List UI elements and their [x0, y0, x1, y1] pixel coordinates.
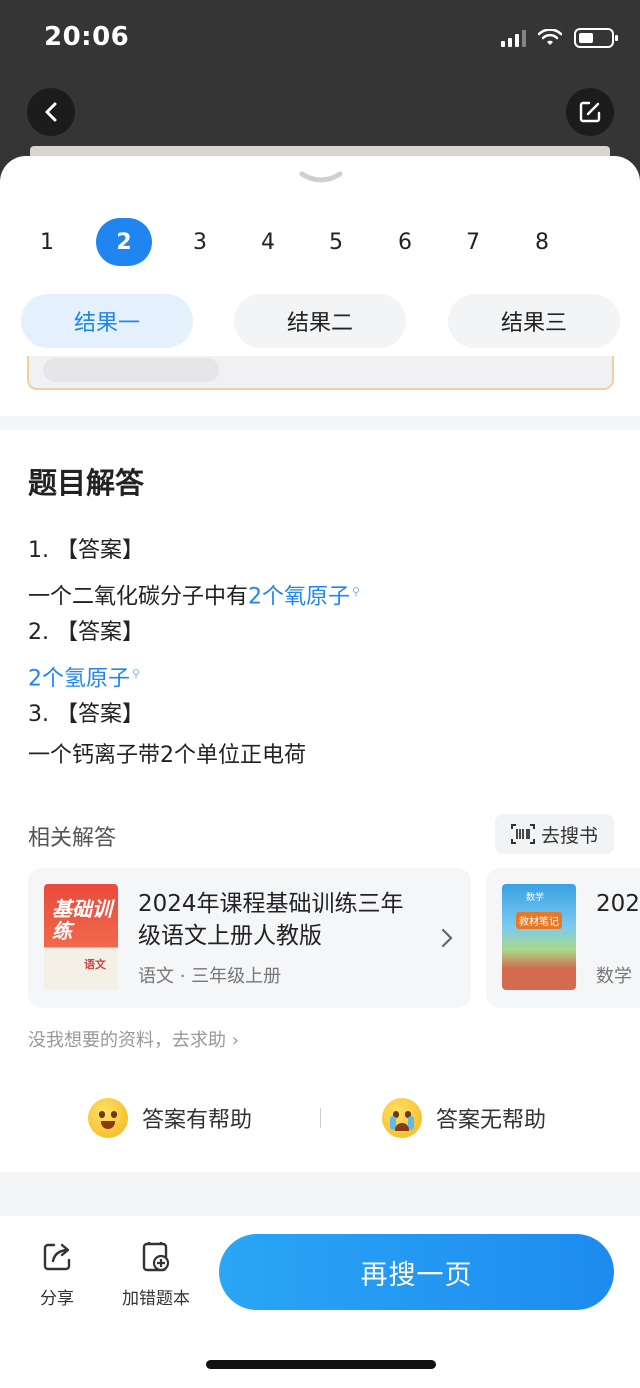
barcode-icon — [510, 824, 535, 844]
tab-result-3[interactable]: 结果三 — [448, 294, 620, 348]
wrong-book-label: 加错题本 — [122, 1289, 190, 1309]
feedback-divider — [320, 1108, 321, 1128]
cover-title: 教材笔记 — [516, 912, 562, 929]
bottom-action-bar: 分享 加错题本 再搜一页 — [0, 1216, 640, 1388]
book-meta: 数学 — [596, 966, 632, 987]
page-selector: 1 2 3 4 5 6 7 8 — [0, 218, 640, 268]
search-again-button[interactable]: 再搜一页 — [219, 1234, 614, 1310]
page-3[interactable]: 3 — [172, 218, 228, 266]
status-icons — [501, 28, 618, 48]
tab-result-2[interactable]: 结果二 — [234, 294, 406, 348]
helpful-label: 答案有帮助 — [142, 1108, 253, 1133]
section-divider — [0, 416, 640, 430]
share-icon — [43, 1243, 71, 1271]
add-wrong-book-button[interactable]: 加错题本 — [122, 1240, 190, 1309]
answer-label-3: 3. 【答案】 — [28, 702, 144, 727]
crying-face-icon — [382, 1098, 422, 1138]
not-helpful-button[interactable]: 答案无帮助 — [382, 1094, 546, 1142]
section-title: 题目解答 — [28, 466, 145, 500]
book-card[interactable]: 基础训练 语文 2024年课程基础训练三年级语文上册人教版 语文 · 三年级上册 — [28, 868, 471, 1008]
tab-result-1[interactable]: 结果一 — [21, 294, 193, 348]
book-card[interactable]: 数学 教材笔记 2024年课程基础训练三年级数学上册教材笔记三 数学 — [486, 868, 640, 1008]
happy-face-icon — [88, 1098, 128, 1138]
answer-keyword-1[interactable]: 2个氧原子 — [248, 584, 350, 609]
search-magnifier-icon[interactable]: ⚲ — [132, 667, 140, 680]
cover-title: 基础训练 — [52, 897, 112, 943]
page-7[interactable]: 7 — [445, 218, 501, 266]
battery-icon — [574, 28, 618, 48]
edit-button[interactable] — [566, 88, 614, 136]
result-tabs: 结果一 结果二 结果三 — [0, 294, 640, 350]
page-1[interactable]: 1 — [19, 218, 75, 266]
book-meta: 语文 · 三年级上册 — [138, 966, 282, 987]
answer-plain-1: 一个二氧化碳分子中有 — [28, 584, 249, 610]
book-cover: 数学 教材笔记 — [502, 884, 576, 990]
answer-label-1: 1. 【答案】 — [28, 538, 144, 563]
related-title: 相关解答 — [28, 826, 117, 851]
page-4[interactable]: 4 — [240, 218, 296, 266]
wifi-icon — [538, 29, 562, 45]
answer-list: 1. 【答案】 一个二氧化碳分子中有2个氧原子 ⚲ 2. 【答案】 2个氢原子 ⚲ … — [28, 530, 618, 776]
question-card-pill — [43, 358, 219, 382]
status-time: 20:06 — [44, 22, 130, 52]
section-divider — [0, 1172, 640, 1216]
answer-text-1: 一个二氧化碳分子中有2个氧原子 ⚲ — [28, 571, 618, 612]
search-book-button[interactable]: 去搜书 — [494, 814, 614, 854]
back-button[interactable] — [27, 88, 75, 136]
answer-keyword-2[interactable]: 2个氢原子 — [28, 666, 130, 691]
chevron-right-icon — [441, 928, 453, 948]
answer-text-3: 一个钙离子带2个单位正电荷 — [28, 743, 306, 768]
signal-icon — [501, 29, 526, 47]
cover-subject: 语文 — [84, 958, 106, 971]
page-5[interactable]: 5 — [308, 218, 364, 266]
share-button[interactable]: 分享 — [40, 1240, 74, 1309]
search-book-label: 去搜书 — [540, 824, 598, 847]
cover-label: 数学 — [526, 893, 545, 903]
ask-for-help-link[interactable]: 没我想要的资料，去求助 › — [28, 1026, 239, 1052]
page-2[interactable]: 2 — [96, 218, 152, 266]
share-label: 分享 — [40, 1289, 74, 1309]
page-8[interactable]: 8 — [514, 218, 570, 266]
search-magnifier-icon[interactable]: ⚲ — [352, 585, 360, 598]
answer-text-2: 2个氢原子 ⚲ — [28, 653, 618, 694]
book-cover: 基础训练 语文 — [44, 884, 118, 990]
answer-label-2: 2. 【答案】 — [28, 620, 144, 645]
book-title: 2024年课程基础训练三年级数学上册教材笔记三 — [596, 891, 640, 917]
home-indicator[interactable] — [206, 1360, 436, 1369]
result-sheet: 1 2 3 4 5 6 7 8 结果一 结果二 结果三 题目解答 1. 【答案】… — [0, 156, 640, 1388]
chevron-down-icon[interactable] — [298, 170, 344, 184]
ask-for-help-label: 没我想要的资料，去求助 — [28, 1030, 226, 1051]
helpful-button[interactable]: 答案有帮助 — [88, 1094, 252, 1142]
question-card-edge — [27, 356, 614, 390]
feedback-row: 答案有帮助 答案无帮助 — [0, 1094, 640, 1142]
not-helpful-label: 答案无帮助 — [436, 1108, 547, 1133]
edit-icon — [579, 101, 601, 123]
page-6[interactable]: 6 — [377, 218, 433, 266]
back-arrow-icon — [45, 102, 57, 122]
book-title: 2024年课程基础训练三年级语文上册人教版 — [138, 891, 404, 949]
top-area: 20:06 — [0, 0, 640, 180]
wrong-book-add-icon — [142, 1242, 170, 1272]
